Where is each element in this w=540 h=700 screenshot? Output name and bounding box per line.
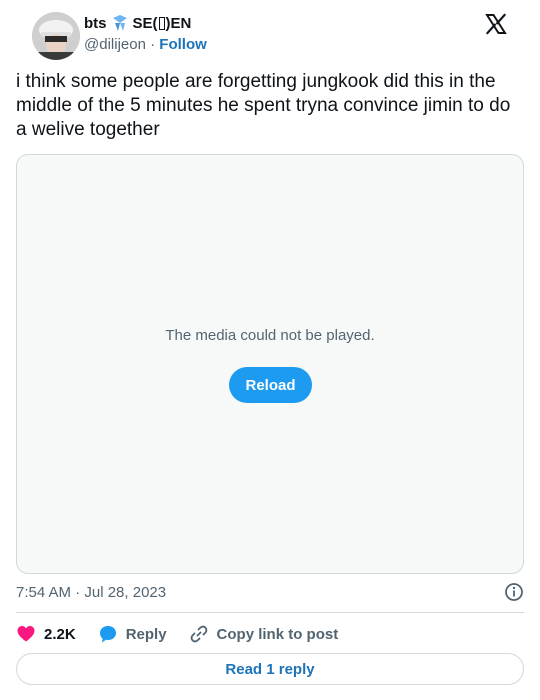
action-bar: 2.2K Reply Copy link to post (16, 622, 360, 646)
divider (16, 612, 524, 613)
tweet-header: bts SE( )EN @dilijeon · Follow (16, 0, 524, 60)
media-error-message: The media could not be played. (165, 327, 375, 344)
user-handle[interactable]: @dilijeon (84, 36, 146, 53)
heart-icon (17, 626, 35, 642)
ribbon-emoji-icon (112, 15, 127, 31)
follow-link[interactable]: Follow (159, 36, 207, 53)
reply-label: Reply (125, 625, 167, 643)
reload-button[interactable]: Reload (229, 367, 312, 403)
media-container: The media could not be played. Reload (16, 154, 524, 574)
timestamp[interactable]: 7:54 AM · Jul 28, 2023 (16, 584, 166, 601)
missing-glyph-icon (158, 16, 165, 30)
tweet-meta: 7:54 AM · Jul 28, 2023 (16, 582, 524, 604)
display-name-suffix: SE( (132, 14, 158, 32)
reply-button[interactable]: Reply (98, 624, 167, 644)
separator-dot: · (150, 36, 156, 53)
handle-row: @dilijeon · Follow (84, 36, 207, 53)
display-name-end: )EN (165, 14, 192, 32)
copy-link-label: Copy link to post (216, 625, 339, 643)
embedded-tweet-card: bts SE( )EN @dilijeon · Follow i think s… (0, 0, 540, 700)
info-icon[interactable] (504, 582, 524, 602)
link-icon (190, 625, 207, 643)
reply-bubble-icon (99, 626, 116, 643)
x-logo-icon[interactable] (484, 12, 508, 36)
avatar[interactable] (32, 12, 80, 60)
display-name-prefix: bts (84, 14, 107, 32)
tweet-text: i think some people are forgetting jungk… (16, 71, 511, 140)
avatar-image (32, 12, 80, 60)
like-button[interactable]: 2.2K (16, 624, 76, 644)
like-count: 2.2K (44, 625, 76, 643)
display-name[interactable]: bts SE( )EN (84, 14, 191, 32)
copy-link-button[interactable]: Copy link to post (189, 624, 339, 644)
read-replies-button[interactable]: Read 1 reply (16, 653, 524, 685)
